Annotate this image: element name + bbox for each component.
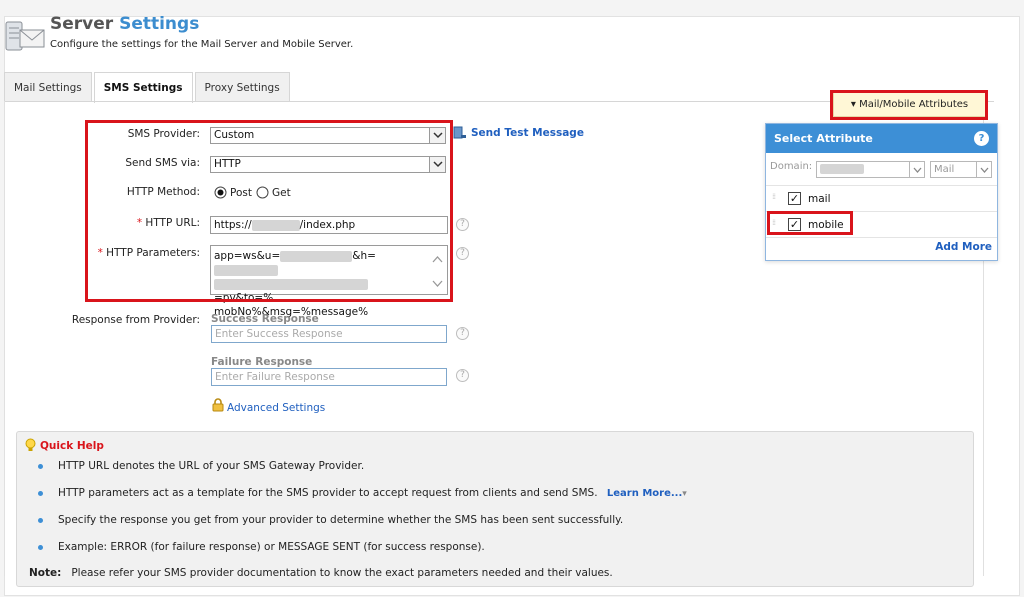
lightbulb-icon — [25, 438, 36, 451]
server-settings-icon — [5, 21, 45, 51]
domain-select[interactable] — [816, 161, 925, 178]
quick-help-item-text: HTTP parameters act as a template for th… — [58, 487, 598, 499]
learn-more-link[interactable]: Learn More... — [607, 488, 682, 499]
redacted-text — [820, 164, 864, 174]
note-label: Note: — [29, 567, 62, 579]
attribute-type-value: Mail — [934, 164, 955, 175]
help-icon[interactable]: ? — [974, 131, 989, 146]
highlight-box — [767, 211, 853, 235]
success-response-label: Success Response — [211, 313, 319, 325]
page-title-part1: Server — [50, 14, 114, 34]
attribute-label-mail: mail — [808, 193, 831, 205]
highlight-box — [85, 120, 453, 302]
attribute-panel-title: Select Attribute — [774, 132, 873, 145]
page-subtitle: Configure the settings for the Mail Serv… — [50, 39, 354, 50]
send-message-icon[interactable] — [453, 126, 467, 140]
attribute-item-mail[interactable]: ⁞⁞ ✓ mail — [766, 185, 997, 211]
checkbox-mail[interactable]: ✓ — [788, 192, 801, 205]
domain-label: Domain: — [770, 161, 813, 172]
response-provider-label: Response from Provider: — [71, 314, 200, 326]
tab-sms-settings[interactable]: SMS Settings — [93, 72, 193, 103]
success-response-input[interactable]: Enter Success Response — [211, 325, 447, 343]
attribute-panel-header: Select Attribute ? — [766, 124, 997, 153]
divider — [766, 237, 997, 238]
page-title: Server Settings — [50, 14, 199, 34]
send-test-message-link[interactable]: Send Test Message — [471, 127, 584, 139]
quick-help-title: Quick Help — [25, 438, 104, 453]
select-attribute-panel: Select Attribute ? Domain: Mail ⁞⁞ ✓ mai… — [765, 123, 998, 261]
help-icon[interactable]: ? — [456, 369, 469, 382]
attribute-type-select[interactable]: Mail — [930, 161, 992, 178]
quick-help-title-text: Quick Help — [40, 439, 104, 452]
quick-help-panel: Quick Help HTTP URL denotes the URL of y… — [16, 431, 974, 587]
chevron-down-icon — [976, 162, 991, 177]
quick-help-item: HTTP parameters act as a template for th… — [17, 483, 973, 510]
drag-handle-icon[interactable]: ⁞⁞ — [772, 193, 778, 204]
note-text: Please refer your SMS provider documenta… — [71, 567, 613, 579]
help-icon[interactable]: ? — [456, 218, 469, 231]
quick-help-item: Specify the response you get from your p… — [17, 510, 973, 537]
failure-response-input[interactable]: Enter Failure Response — [211, 368, 447, 386]
add-more-link[interactable]: Add More — [935, 241, 992, 253]
help-icon[interactable]: ? — [456, 327, 469, 340]
highlight-box — [830, 90, 988, 120]
quick-help-note: Note: Please refer your SMS provider docu… — [29, 567, 613, 579]
quick-help-list: HTTP URL denotes the URL of your SMS Gat… — [17, 456, 973, 564]
chevron-down-icon — [909, 162, 924, 177]
lock-icon — [212, 398, 224, 412]
quick-help-item: HTTP URL denotes the URL of your SMS Gat… — [17, 456, 973, 483]
failure-response-label: Failure Response — [211, 356, 313, 368]
advanced-settings-link[interactable]: Advanced Settings — [227, 402, 325, 414]
caret-down-icon: ▾ — [682, 489, 687, 499]
tab-proxy-settings[interactable]: Proxy Settings — [194, 72, 290, 102]
page-title-part2: Settings — [119, 14, 200, 34]
tab-mail-settings[interactable]: Mail Settings — [4, 72, 92, 102]
help-icon[interactable]: ? — [456, 247, 469, 260]
quick-help-item: Example: ERROR (for failure response) or… — [17, 537, 973, 564]
settings-tabs: Mail Settings SMS Settings Proxy Setting… — [4, 72, 292, 103]
